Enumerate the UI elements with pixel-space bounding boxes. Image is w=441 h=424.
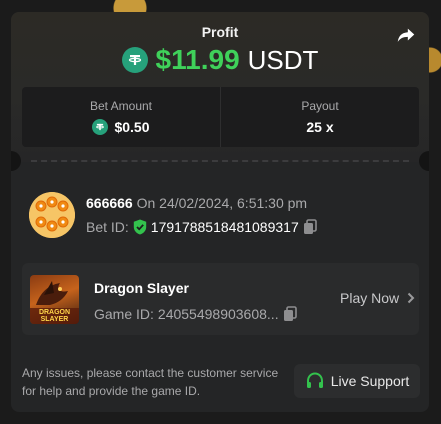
game-box: DRAGON SLAYER Dragon Slayer Game ID: 240… [22, 263, 419, 335]
avatar [29, 192, 75, 238]
bet-date: On 24/02/2024, 6:51:30 pm [136, 195, 308, 211]
bet-amount-stat: Bet Amount $0.50 [22, 87, 220, 147]
copy-icon[interactable] [303, 219, 317, 235]
chevron-right-icon [407, 292, 415, 304]
dashed-line [31, 160, 409, 162]
copy-icon[interactable] [283, 306, 297, 322]
profit-currency: USDT [247, 44, 319, 75]
support-text: Any issues, please contact the customer … [22, 366, 279, 398]
game-thumbnail: DRAGON SLAYER [30, 275, 79, 324]
game-id: 24055498903608... [157, 306, 279, 322]
play-now-button[interactable]: Play Now [340, 290, 415, 306]
profit-amount: $11.99 [155, 44, 240, 75]
payout-label: Payout [301, 99, 339, 113]
profit-header: Profit $11.99 USDT Bet Amount $0.50 Payo… [11, 12, 429, 162]
shield-check-icon [133, 219, 146, 235]
game-thumb-text: DRAGON SLAYER [38, 309, 71, 323]
bet-id-label: Bet ID: [86, 219, 129, 235]
bet-amount-value: $0.50 [114, 119, 150, 135]
user-info: 666666 On 24/02/2024, 6:51:30 pm [86, 195, 307, 211]
live-support-button[interactable]: Live Support [294, 364, 420, 398]
usdt-icon [92, 119, 109, 135]
play-now-label: Play Now [340, 290, 400, 306]
user-row: 666666 On 24/02/2024, 6:51:30 pm Bet ID:… [29, 192, 419, 238]
ticket-divider [11, 151, 429, 171]
payout-value: 25 x [306, 119, 334, 135]
share-icon[interactable] [395, 24, 417, 46]
live-support-label: Live Support [330, 373, 410, 389]
bet-id: 1791788518481089317 [150, 219, 299, 235]
profit-title: Profit [201, 24, 239, 40]
bet-amount-label: Bet Amount [89, 99, 153, 113]
game-name: Dragon Slayer [94, 280, 189, 296]
payout-stat: Payout 25 x [220, 87, 419, 147]
username: 666666 [86, 195, 133, 211]
stats-box: Bet Amount $0.50 Payout 25 x [22, 87, 419, 147]
right-notch [419, 151, 429, 171]
game-id-label: Game ID: [94, 306, 154, 322]
bet-id-row: Bet ID: 1791788518481089317 [86, 219, 317, 235]
bet-detail-card: Profit $11.99 USDT Bet Amount $0.50 Payo… [11, 12, 429, 412]
left-notch [11, 151, 21, 171]
bet-amount-value-row: $0.50 [92, 119, 150, 135]
headset-icon [306, 372, 323, 388]
usdt-icon [121, 47, 148, 73]
game-id-row: Game ID: 24055498903608... [94, 306, 297, 322]
profit-line: $11.99 USDT [11, 44, 429, 76]
